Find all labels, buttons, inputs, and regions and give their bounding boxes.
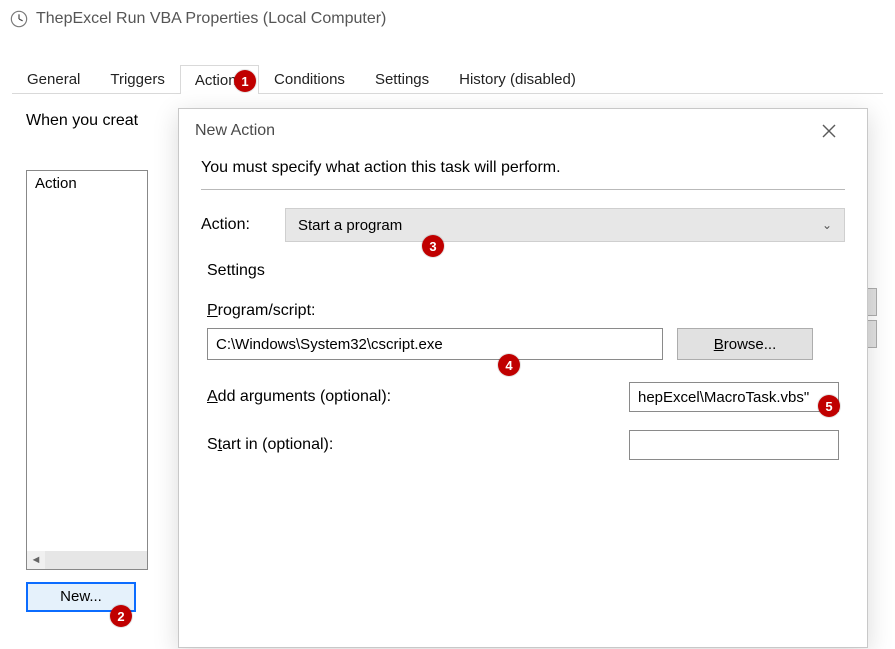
- arguments-label: Add arguments (optional):: [207, 388, 507, 406]
- tab-history[interactable]: History (disabled): [444, 64, 591, 93]
- actions-list-header: Action: [27, 171, 147, 196]
- scroll-track[interactable]: [45, 551, 147, 569]
- new-action-dialog: New Action You must specify what action …: [178, 108, 868, 648]
- startin-row: Start in (optional):: [207, 430, 839, 460]
- annotation-badge-3: 3: [422, 235, 444, 257]
- arguments-input[interactable]: [629, 382, 839, 412]
- tab-settings[interactable]: Settings: [360, 64, 444, 93]
- tab-general[interactable]: General: [12, 64, 95, 93]
- task-scheduler-icon: [10, 10, 28, 28]
- startin-label: Start in (optional):: [207, 436, 507, 454]
- dialog-title: New Action: [195, 122, 807, 140]
- action-label: Action:: [201, 216, 269, 234]
- program-label: Program/script:: [207, 302, 839, 320]
- settings-group-label: Settings: [207, 262, 845, 280]
- tab-conditions[interactable]: Conditions: [259, 64, 360, 93]
- annotation-badge-4: 4: [498, 354, 520, 376]
- program-row: Browse...: [207, 328, 839, 360]
- browse-button[interactable]: Browse...: [677, 328, 813, 360]
- arguments-row: Add arguments (optional):: [207, 382, 839, 412]
- annotation-badge-5: 5: [818, 395, 840, 417]
- scroll-left-icon[interactable]: ◄: [27, 551, 45, 569]
- action-row: Action: Start a program ⌄: [201, 208, 845, 242]
- annotation-badge-2: 2: [110, 605, 132, 627]
- dialog-body: You must specify what action this task w…: [179, 153, 867, 460]
- chevron-down-icon: ⌄: [822, 218, 832, 232]
- actions-list[interactable]: Action ◄: [26, 170, 148, 570]
- action-dropdown-value: Start a program: [298, 217, 402, 234]
- program-input[interactable]: [207, 328, 663, 360]
- dialog-titlebar: New Action: [179, 109, 867, 153]
- tab-strip: General Triggers Actions Conditions Sett…: [12, 62, 883, 94]
- window-titlebar: ThepExcel Run VBA Properties (Local Comp…: [0, 0, 895, 38]
- startin-input[interactable]: [629, 430, 839, 460]
- close-icon[interactable]: [807, 111, 851, 151]
- settings-group: Program/script: Browse... Add arguments …: [201, 302, 845, 460]
- dialog-subhead: You must specify what action this task w…: [201, 159, 845, 177]
- action-dropdown[interactable]: Start a program ⌄: [285, 208, 845, 242]
- divider: [201, 189, 845, 190]
- window-title: ThepExcel Run VBA Properties (Local Comp…: [36, 10, 386, 28]
- tab-triggers[interactable]: Triggers: [95, 64, 179, 93]
- annotation-badge-1: 1: [234, 70, 256, 92]
- h-scrollbar[interactable]: ◄: [27, 551, 147, 569]
